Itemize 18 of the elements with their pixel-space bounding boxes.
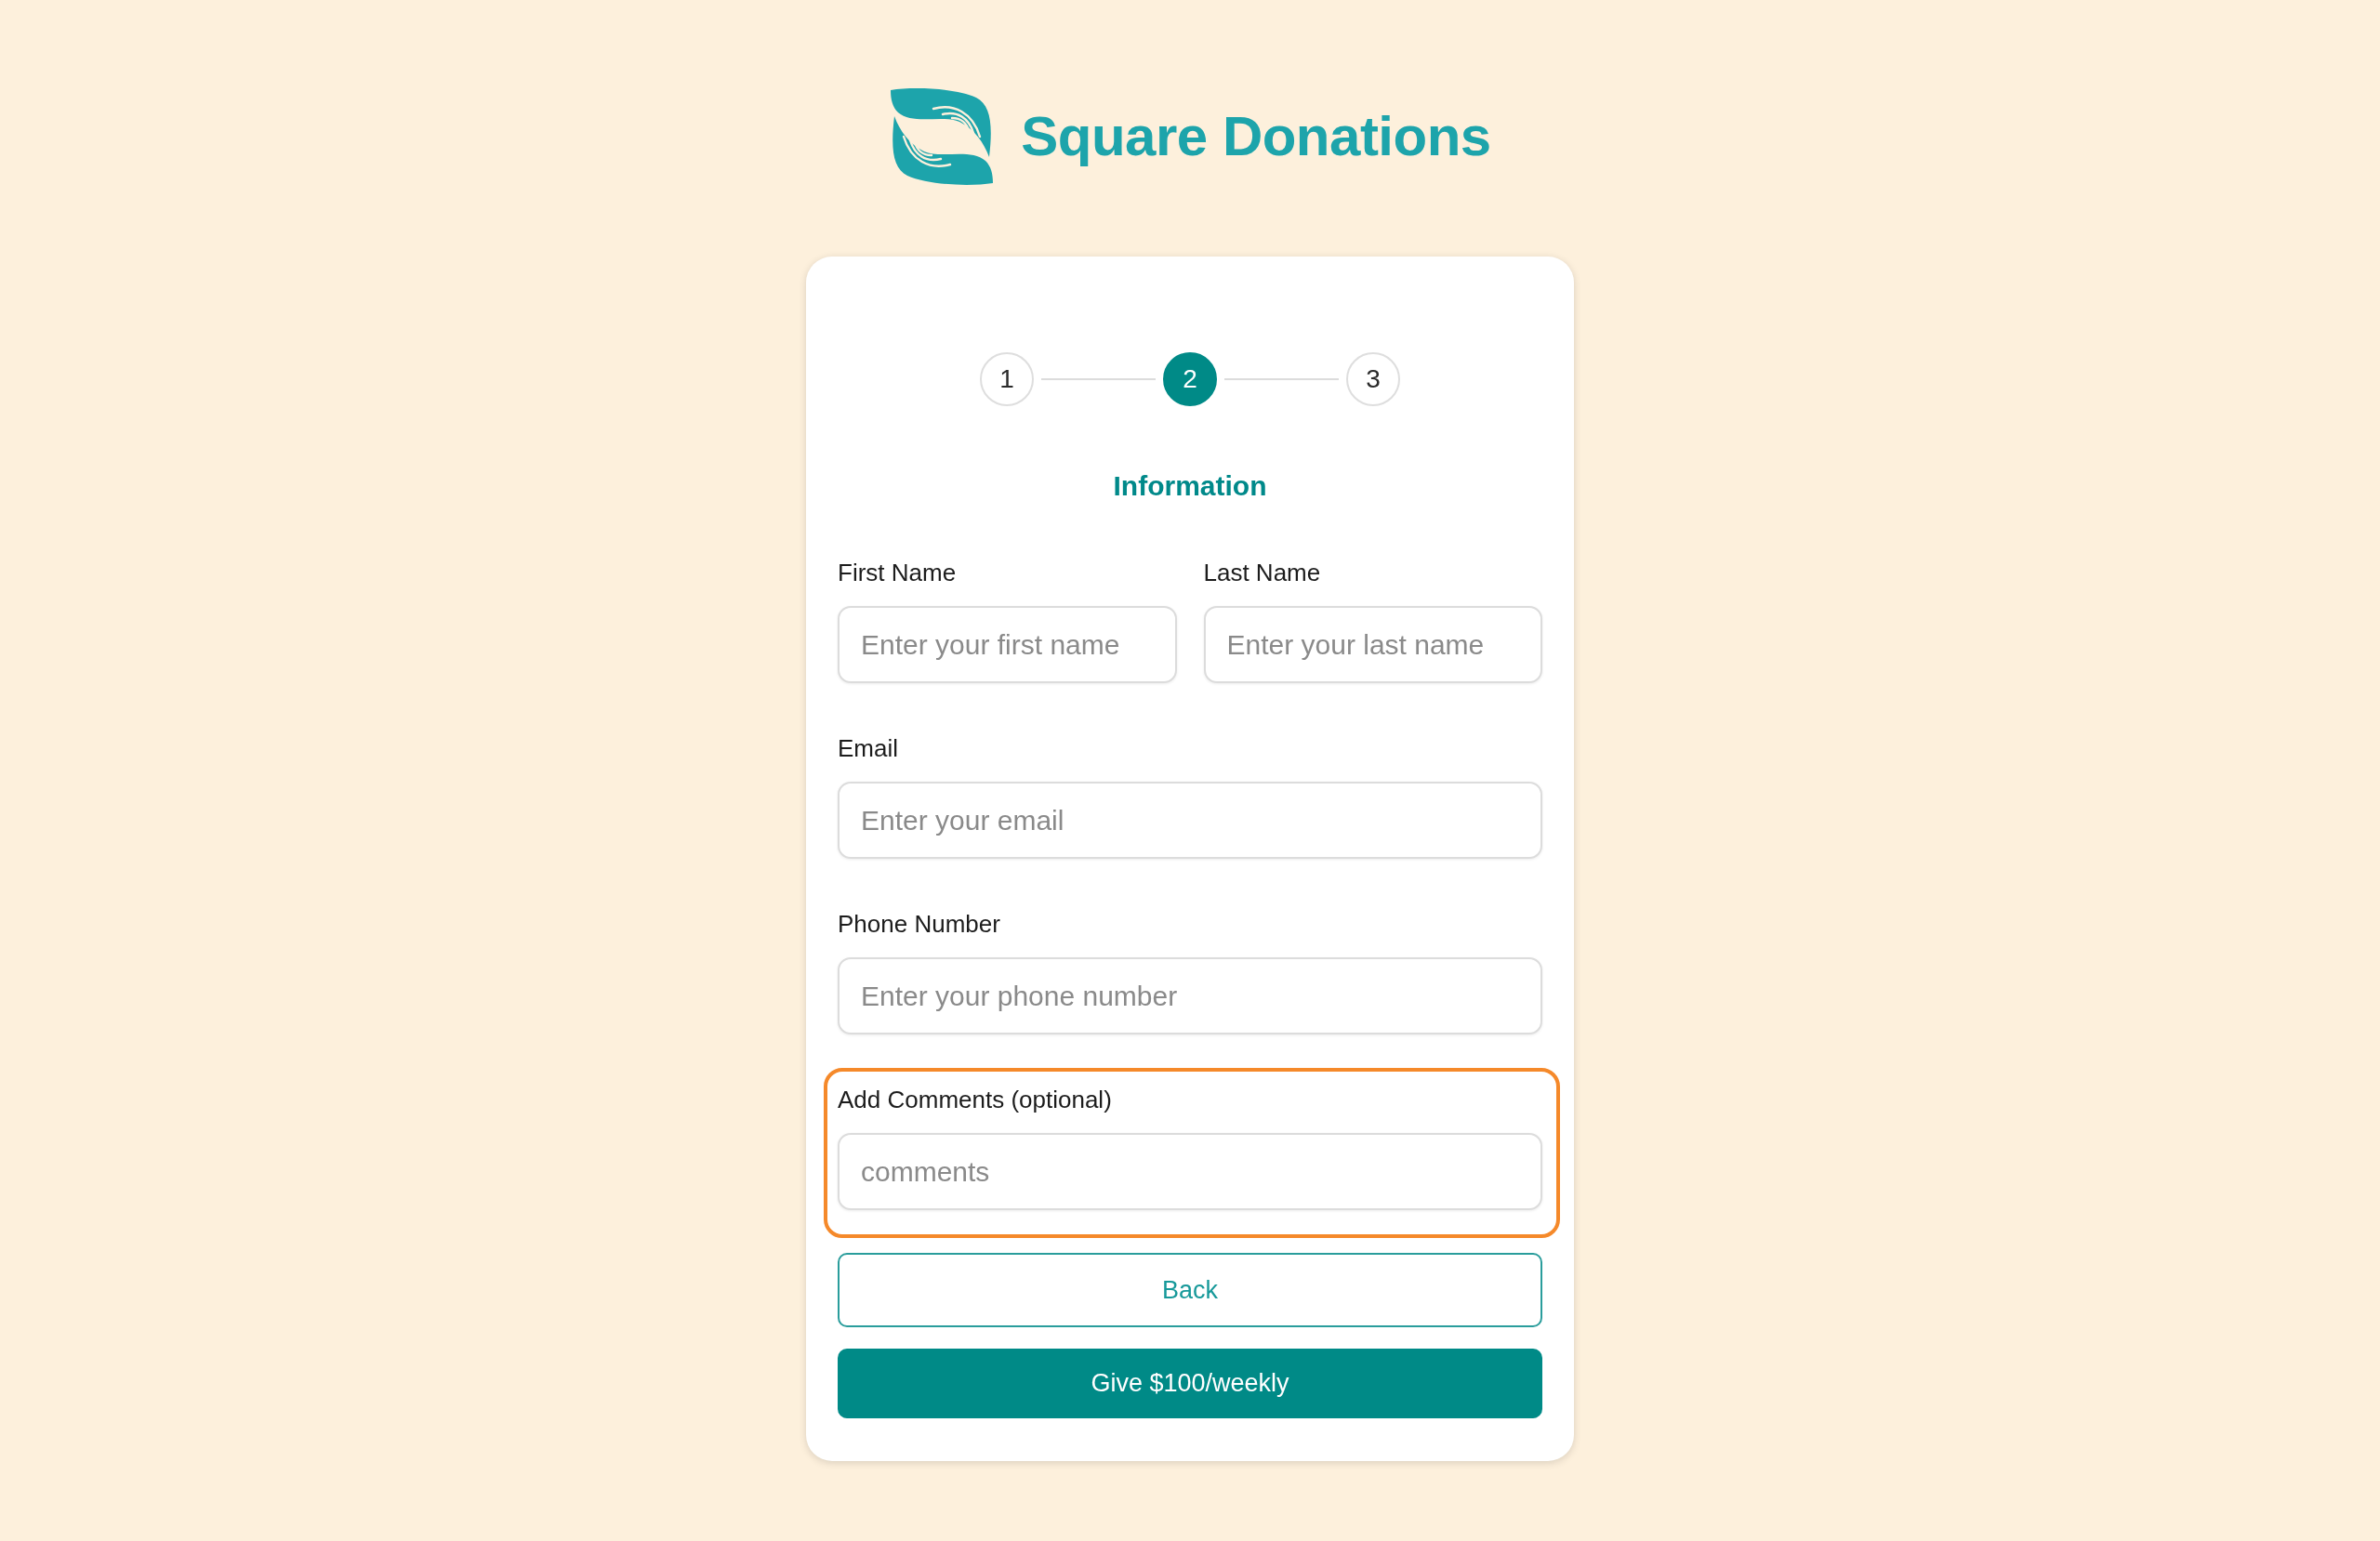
step-indicator: 1 — [980, 352, 1034, 406]
step-indicator: 3 — [1346, 352, 1400, 406]
step-indicator: 2 — [1163, 352, 1217, 406]
field-label: Last Name — [1203, 558, 1321, 587]
field-label: First Name — [838, 558, 957, 587]
input-field[interactable]: Enter your last name — [1203, 606, 1542, 683]
brand-name: Square Donations — [1021, 104, 1491, 169]
input-field[interactable]: Enter your email — [838, 782, 1542, 859]
field-label: Email — [838, 733, 898, 763]
section-title: Information — [1113, 469, 1267, 503]
field-label: Phone Number — [838, 909, 1000, 939]
input-field[interactable]: comments — [838, 1133, 1542, 1210]
input-field[interactable]: Enter your first name — [838, 606, 1177, 683]
input-field[interactable]: Enter your phone number — [838, 957, 1542, 1034]
donate-button[interactable]: Give $100/weekly — [838, 1349, 1542, 1418]
field-label: Add Comments (optional) — [838, 1085, 1112, 1114]
back-button[interactable]: Back — [838, 1253, 1542, 1327]
logo-icon — [889, 88, 996, 185]
